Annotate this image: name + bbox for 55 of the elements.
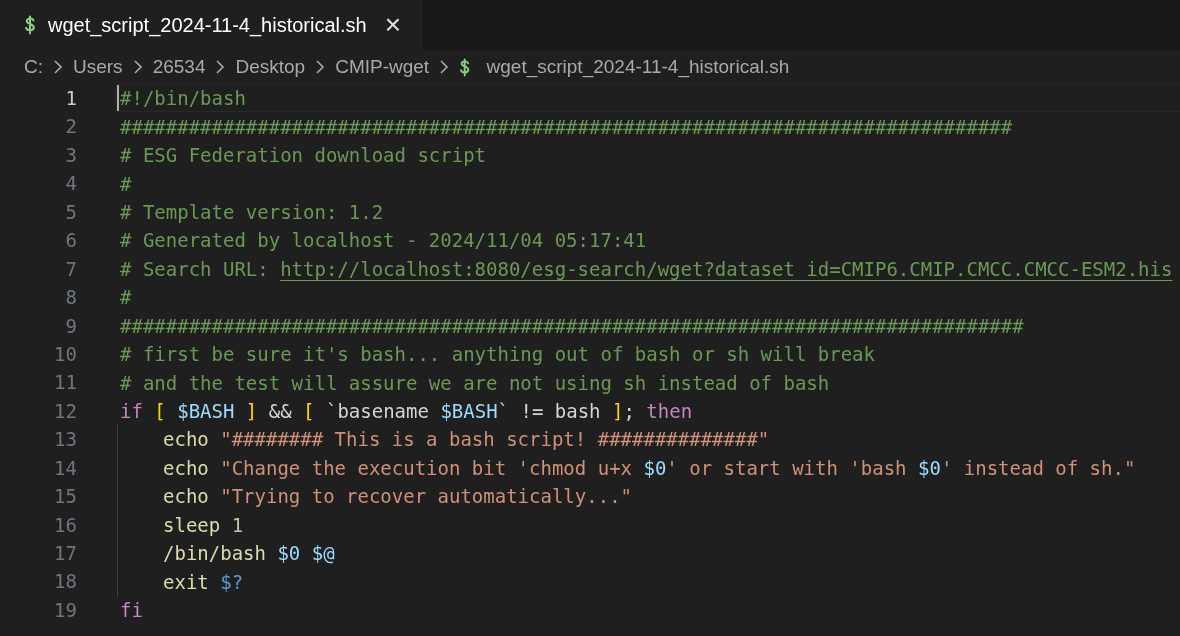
chevron-right-icon: [132, 59, 143, 75]
code-line: # Search URL: http://localhost:8080/esg-search/wget?dataset_id=CMIP6.CMIP.CMCC.CMCC-ESM2.his: [120, 256, 1173, 281]
chevron-right-icon: [215, 59, 226, 75]
line-number: 5: [64, 199, 77, 225]
code-line: echo "Trying to recover automatically...": [163, 484, 632, 509]
code-line: ###############################################################################: [120, 313, 1024, 338]
line-number: 6: [64, 228, 77, 254]
code-line: # first be sure it's bash... anything out of bash or sh will break: [120, 342, 875, 367]
line-number: 18: [53, 569, 77, 595]
code-line: echo "Change the execution bit 'chmod u+x $0' or start with 'bash $0' instead of sh.": [163, 455, 1136, 480]
breadcrumb-item[interactable]: 26534: [152, 56, 206, 78]
code-line: #: [120, 285, 132, 310]
breadcrumb-item[interactable]: Users: [73, 56, 123, 78]
code-line: #!/bin/bash: [120, 86, 246, 111]
line-number: 16: [53, 512, 77, 538]
dollar-icon: [24, 15, 36, 35]
url-link[interactable]: http://localhost:8080/esg-search/wget?dataset_id=CMIP6.CMIP.CMCC.CMCC-ESM2.his: [280, 257, 1173, 280]
code-line: echo "######## This is a bash script! ##############": [163, 427, 770, 452]
breadcrumb-item[interactable]: CMIP-wget: [335, 56, 430, 78]
code-line: # and the test will assure we are not using sh instead of bash: [120, 370, 830, 395]
breadcrumb-item[interactable]: Desktop: [235, 56, 306, 78]
chevron-right-icon: [53, 59, 63, 75]
line-number: 3: [64, 142, 77, 168]
code-line: # Generated by localhost - 2024/11/04 05:17:41: [120, 228, 647, 253]
code-line: ##############################################################################: [120, 114, 1013, 139]
text-cursor: [117, 85, 119, 112]
code-line: fi: [120, 598, 143, 623]
code-line: # ESG Federation download script: [120, 143, 487, 168]
code-line: # Template version: 1.2: [120, 199, 384, 224]
line-number: 17: [53, 541, 77, 566]
close-icon[interactable]: ×: [378, 11, 408, 39]
line-number: 13: [53, 427, 77, 453]
line-number: 7: [64, 256, 77, 282]
line-number: 19: [53, 597, 77, 623]
line-number: 4: [64, 171, 77, 197]
line-number: 15: [53, 484, 77, 510]
dollar-icon: [459, 57, 471, 77]
line-number: 12: [53, 398, 77, 424]
code-line: /bin/bash $0 $@: [163, 541, 335, 566]
line-number: 10: [53, 341, 77, 367]
breadcrumb-item[interactable]: C:: [24, 56, 43, 78]
code-line: #: [120, 171, 132, 196]
code-line: sleep 1: [163, 512, 244, 537]
line-number: 2: [64, 114, 77, 140]
line-number: 8: [64, 285, 77, 311]
chevron-right-icon: [439, 59, 450, 75]
line-number: 9: [64, 313, 77, 339]
line-number: 1: [64, 86, 77, 111]
chevron-right-icon: [315, 59, 326, 75]
breadcrumb-item[interactable]: wget_script_2024-11-4_historical.sh: [486, 56, 790, 78]
line-number: 14: [53, 455, 77, 481]
code-line: exit $?: [163, 569, 244, 594]
code-line: if [ $BASH ] && [ `basename $BASH` != bash ]; then: [120, 399, 693, 424]
line-number: 11: [53, 370, 77, 396]
editor-tab[interactable]: wget_script_2024-11-4_historical.sh ×: [0, 0, 423, 50]
